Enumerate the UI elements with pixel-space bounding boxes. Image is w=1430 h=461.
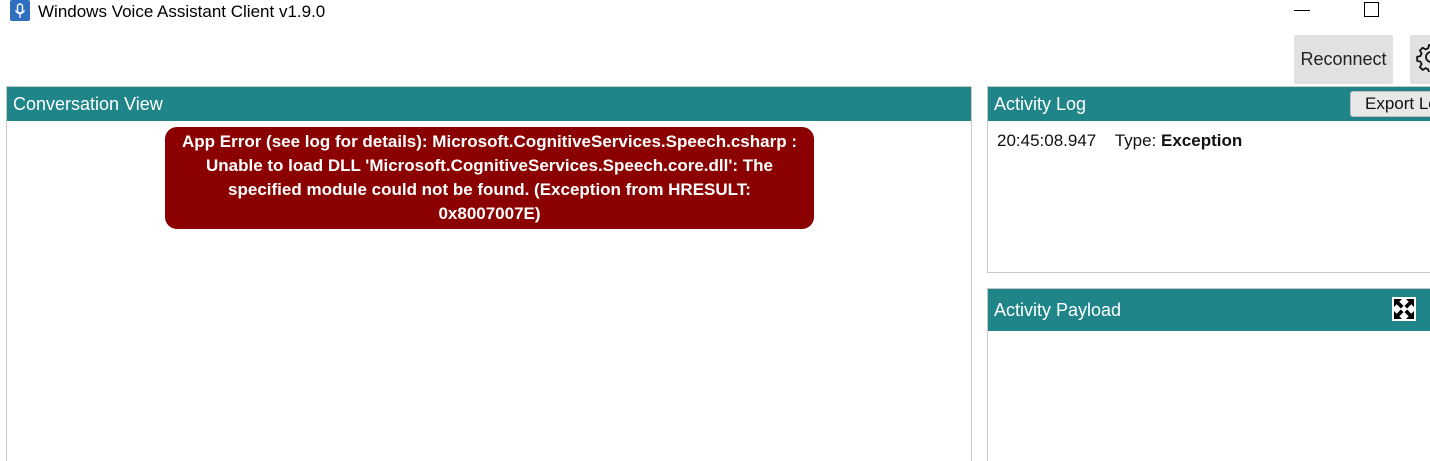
log-entry-type-value: Exception [1161, 131, 1243, 150]
log-entry-time: 20:45:08.947 [997, 131, 1097, 150]
export-log-button[interactable]: Export Log [1350, 91, 1430, 117]
error-message-bubble: App Error (see log for details): Microso… [165, 127, 814, 229]
settings-button[interactable] [1410, 35, 1430, 84]
log-entry-type-label: Type: [1114, 131, 1157, 150]
window-title: Windows Voice Assistant Client v1.9.0 [38, 2, 326, 21]
microphone-icon [10, 0, 30, 21]
minimize-button[interactable] [1294, 10, 1310, 11]
maximize-button[interactable] [1364, 2, 1379, 17]
error-message-text: App Error (see log for details): Microso… [182, 132, 797, 223]
log-entry[interactable]: 20:45:08.947 Type: Exception [997, 131, 1242, 151]
conversation-header: Conversation View [7, 87, 971, 121]
expand-icon [1391, 296, 1417, 327]
reconnect-button[interactable]: Reconnect [1294, 35, 1393, 84]
expand-payload-button[interactable] [1391, 296, 1417, 327]
activity-payload-header: Activity Payload [988, 289, 1430, 331]
gear-icon [1416, 42, 1430, 77]
